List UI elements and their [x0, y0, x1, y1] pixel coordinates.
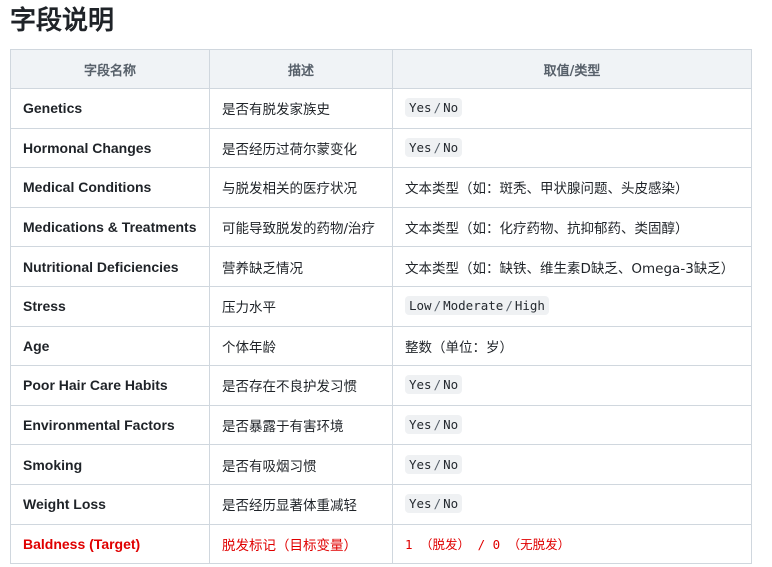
- description-cell: 是否有脱发家族史: [209, 88, 393, 129]
- table-row: Smoking 是否有吸烟习惯 Yes / No: [10, 444, 752, 485]
- header-field-name: 字段名称: [10, 49, 210, 89]
- value-type-cell: Yes / No: [392, 483, 752, 525]
- field-name-cell: Nutritional Deficiencies: [10, 246, 210, 287]
- description-cell: 是否经历显著体重减轻: [209, 483, 393, 525]
- field-name-cell: Environmental Factors: [10, 404, 210, 446]
- page-title: 字段说明: [10, 6, 115, 36]
- value-option: No: [443, 139, 459, 155]
- value-option: Yes: [409, 417, 432, 433]
- table-row: Medical Conditions 与脱发相关的医疗状况 文本类型（如：斑秃、甲状…: [10, 167, 752, 208]
- description-cell: 营养缺乏情况: [209, 246, 393, 287]
- value-options-code: Yes / No: [405, 494, 463, 514]
- value-type-cell: 文本类型（如：化疗药物、抗抑郁药、类固醇）: [392, 206, 752, 248]
- value-option: Yes: [409, 377, 432, 393]
- option-separator: /: [433, 456, 442, 472]
- value-options-code: Yes / No: [405, 454, 463, 474]
- table-header-row: 字段名称 描述 取值/类型: [10, 49, 752, 89]
- field-name-cell: Medications & Treatments: [10, 206, 210, 248]
- value-type-cell: Yes / No: [392, 444, 752, 485]
- value-option: High: [514, 298, 545, 314]
- value-option: No: [443, 417, 459, 433]
- value-option: Low: [409, 298, 432, 314]
- description-cell: 压力水平: [209, 285, 393, 327]
- value-options-code: Low / Moderate / High: [405, 296, 549, 316]
- value-type-cell: Yes / No: [392, 404, 752, 446]
- option-separator: /: [433, 139, 442, 155]
- value-type-cell: Yes / No: [392, 365, 752, 406]
- field-name-cell: Smoking: [10, 444, 210, 485]
- description-cell: 是否有吸烟习惯: [209, 444, 393, 485]
- description-cell: 脱发标记（目标变量）: [209, 523, 393, 565]
- table-row: Hormonal Changes 是否经历过荷尔蒙变化 Yes / No: [10, 127, 752, 169]
- value-option: No: [443, 496, 459, 512]
- value-options-code: Yes / No: [405, 137, 463, 157]
- table-row: Age 个体年龄 整数（单位：岁）: [10, 325, 752, 367]
- value-option: Yes: [409, 100, 432, 116]
- field-name-cell: Hormonal Changes: [10, 127, 210, 169]
- description-cell: 是否存在不良护发习惯: [209, 365, 393, 406]
- value-type-cell: Yes / No: [392, 88, 752, 129]
- option-separator: /: [433, 298, 442, 314]
- option-separator: /: [433, 417, 442, 433]
- header-value-type: 取值/类型: [392, 49, 752, 89]
- value-option: No: [443, 100, 459, 116]
- description-cell: 是否经历过荷尔蒙变化: [209, 127, 393, 169]
- description-cell: 与脱发相关的医疗状况: [209, 167, 393, 208]
- field-name-cell: Genetics: [10, 88, 210, 129]
- field-name-cell: Age: [10, 325, 210, 367]
- value-type-cell: Yes / No: [392, 127, 752, 169]
- value-option: No: [443, 377, 459, 393]
- field-name-cell: Medical Conditions: [10, 167, 210, 208]
- field-name-cell: Baldness (Target): [10, 523, 210, 565]
- value-type-cell: 文本类型（如：斑秃、甲状腺问题、头皮感染）: [392, 167, 752, 208]
- table-row: Poor Hair Care Habits 是否存在不良护发习惯 Yes / No: [10, 365, 752, 406]
- target-value-code: 1 （脱发） / 0 （无脱发）: [405, 537, 571, 553]
- value-option: Moderate: [443, 298, 504, 314]
- value-option: Yes: [409, 496, 432, 512]
- table-row: Nutritional Deficiencies 营养缺乏情况 文本类型（如：缺铁、…: [10, 246, 752, 287]
- value-option: No: [443, 456, 459, 472]
- option-separator: /: [433, 377, 442, 393]
- value-type-cell: 整数（单位：岁）: [392, 325, 752, 367]
- field-name-cell: Stress: [10, 285, 210, 327]
- field-description-table: 字段名称 描述 取值/类型 Genetics 是否有脱发家族史 Yes / No Horm…: [10, 49, 752, 565]
- header-description: 描述: [209, 49, 393, 89]
- option-separator: /: [505, 298, 513, 314]
- value-options-code: Yes / No: [405, 98, 463, 118]
- value-options-code: Yes / No: [405, 415, 463, 435]
- value-type-cell: 文本类型（如：缺铁、维生素D缺乏、Omega-3缺乏）: [392, 246, 752, 287]
- value-type-cell: 1 （脱发） / 0 （无脱发）: [392, 523, 752, 565]
- option-separator: /: [433, 100, 442, 116]
- description-cell: 个体年龄: [209, 325, 393, 367]
- value-option: Yes: [409, 456, 432, 472]
- table-row: Weight Loss 是否经历显著体重减轻 Yes / No: [10, 483, 752, 525]
- field-name-cell: Poor Hair Care Habits: [10, 365, 210, 406]
- value-option: Yes: [409, 139, 432, 155]
- field-name-cell: Weight Loss: [10, 483, 210, 525]
- option-separator: /: [433, 496, 442, 512]
- table-row: Medications & Treatments 可能导致脱发的药物/治疗 文本类型…: [10, 206, 752, 248]
- description-cell: 可能导致脱发的药物/治疗: [209, 206, 393, 248]
- table-row: Genetics 是否有脱发家族史 Yes / No: [10, 88, 752, 129]
- value-options-code: Yes / No: [405, 375, 463, 395]
- table-row: Stress 压力水平 Low / Moderate / High: [10, 285, 752, 327]
- description-cell: 是否暴露于有害环境: [209, 404, 393, 446]
- value-type-cell: Low / Moderate / High: [392, 285, 752, 327]
- table-row: Environmental Factors 是否暴露于有害环境 Yes / No: [10, 404, 752, 446]
- table-row: Baldness (Target) 脱发标记（目标变量） 1 （脱发） / 0 （无…: [10, 523, 752, 565]
